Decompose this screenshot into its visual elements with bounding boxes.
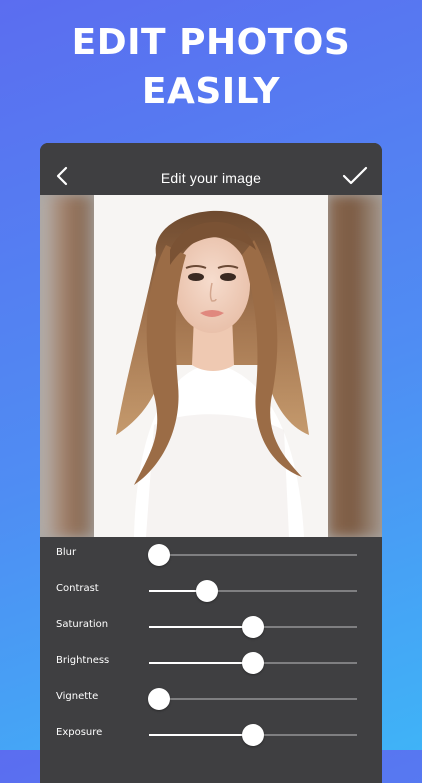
vignette-slider[interactable] [148, 688, 357, 710]
checkmark-icon[interactable] [342, 165, 368, 187]
saturation-slider[interactable] [149, 616, 357, 638]
slider-row-brightness: Brightness [40, 645, 382, 681]
headline-line-2: EASILY [141, 71, 281, 112]
exposure-slider-fill [149, 734, 253, 736]
editor-screen: Edit your image Blur Contrast Saturation… [40, 143, 382, 783]
headline-line-1: EDIT PHOTOS [71, 22, 351, 63]
slider-label-contrast: Contrast [56, 583, 99, 594]
blurred-background-left [40, 195, 96, 537]
blurred-background-right [328, 195, 382, 537]
brightness-slider[interactable] [149, 652, 357, 674]
saturation-slider-fill [149, 626, 253, 628]
slider-label-saturation: Saturation [56, 619, 109, 630]
slider-row-exposure: Exposure [40, 717, 382, 753]
contrast-slider-thumb[interactable] [196, 580, 219, 602]
slider-row-vignette: Vignette [40, 681, 382, 717]
image-preview [40, 195, 382, 537]
adjustment-panel: Blur Contrast Saturation Brightness Vign… [40, 537, 382, 783]
slider-label-brightness: Brightness [56, 655, 110, 666]
editor-title: Edit your image [160, 170, 262, 186]
slider-label-blur: Blur [56, 547, 77, 558]
exposure-slider-thumb[interactable] [242, 724, 264, 746]
slider-row-blur: Blur [40, 537, 382, 573]
blur-slider[interactable] [148, 544, 357, 566]
vignette-slider-thumb[interactable] [148, 688, 171, 710]
editor-nav-bar: Edit your image [40, 143, 382, 195]
slider-row-contrast: Contrast [40, 573, 382, 609]
slider-label-exposure: Exposure [56, 727, 103, 738]
saturation-slider-thumb[interactable] [242, 616, 264, 638]
brightness-slider-fill [149, 662, 253, 664]
brightness-slider-thumb[interactable] [242, 652, 264, 674]
blur-slider-thumb[interactable] [148, 544, 171, 566]
exposure-slider[interactable] [149, 724, 357, 746]
portrait-illustration [94, 195, 328, 537]
slider-label-vignette: Vignette [56, 691, 99, 702]
contrast-slider[interactable] [149, 580, 357, 602]
portrait-photo[interactable] [94, 195, 328, 537]
slider-row-saturation: Saturation [40, 609, 382, 645]
promo-headline: EDIT PHOTOS EASILY [0, 18, 422, 116]
